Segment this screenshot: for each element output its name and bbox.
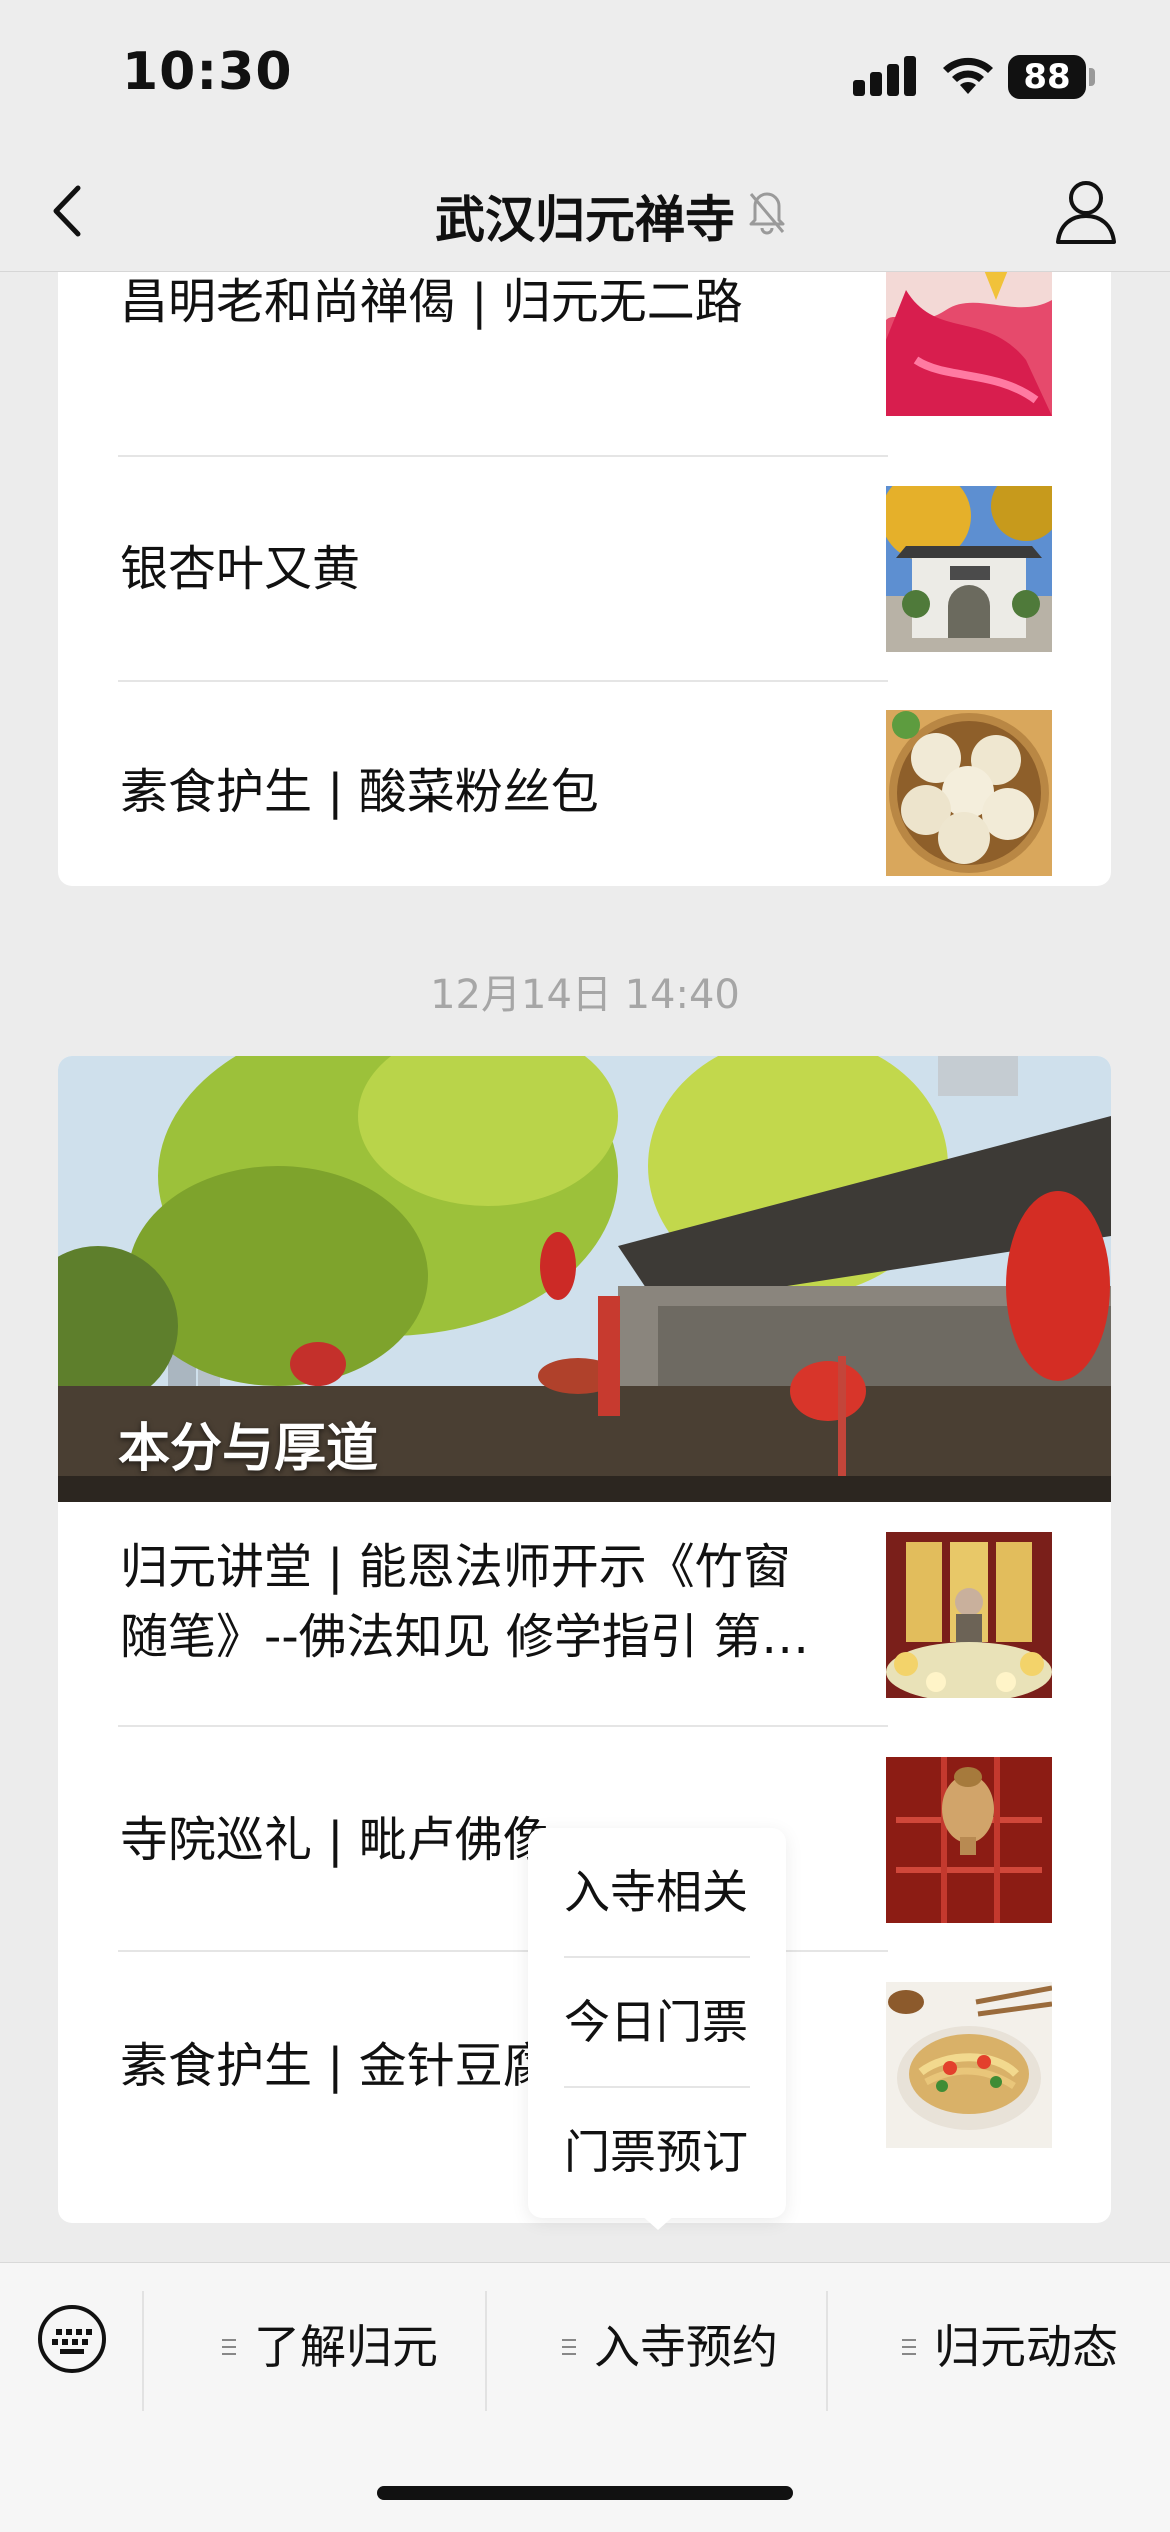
article-card: 昌明老和尚禅偈 | 归元无二路 银杏叶又黄 素食护生 | 酸菜粉丝包 [58,272,1111,886]
submenu-popup: 入寺相关 今日门票 门票预订 [528,1828,786,2218]
submenu-item-entry-info[interactable]: 入寺相关 [564,1828,750,1956]
article-item[interactable]: 素食护生 | 酸菜粉丝包 [58,682,1111,886]
article-title: 昌明老和尚禅偈 | 归元无二路 [120,274,743,330]
submenu-item-ticket-booking[interactable]: 门票预订 [564,2088,750,2216]
nav-bar: 武汉归元禅寺 [0,150,1170,272]
battery-tip [1089,68,1095,86]
status-time: 10:30 [122,42,293,102]
menu-reservation-label: 入寺预约 [594,2320,778,2374]
menu-news-label: 归元动态 [934,2320,1118,2374]
home-indicator [377,2486,793,2500]
battery-level: 88 [1008,55,1086,99]
mute-bell-icon [749,192,785,235]
divider [485,2291,487,2411]
article-title: 银杏叶又黄 [120,541,361,597]
article-item[interactable]: 归元讲堂 | 能恩法师开示《竹窗随笔》--佛法知见 修学指引 第… [58,1502,1111,1727]
divider [142,2291,144,2411]
steamed-buns-thumbnail [886,710,1052,876]
hero-article[interactable]: 本分与厚道 [58,1056,1111,1502]
menu-about-button[interactable]: 了解归元 [160,2287,500,2407]
message-timestamp: 12月14日 14:40 [430,972,740,1018]
buddha-statue-thumbnail [886,1757,1052,1923]
menu-reservation-button[interactable]: 入寺预约 [500,2287,840,2407]
cellular-signal-icon [853,56,917,96]
tofu-dish-thumbnail [886,1982,1052,2148]
dharma-talk-thumbnail [886,1532,1052,1698]
article-title: 素食护生 | 酸菜粉丝包 [120,764,599,820]
divider [826,2291,828,2411]
submenu-item-today-ticket[interactable]: 今日门票 [564,1958,750,2086]
wifi-icon [943,57,993,94]
status-bar: 10:30 88 [0,0,1170,150]
article-item[interactable]: 银杏叶又黄 [58,457,1111,682]
profile-icon[interactable] [1050,174,1122,248]
menu-news-button[interactable]: 归元动态 [840,2287,1170,2407]
monk-robe-thumbnail [886,272,1052,416]
hero-title: 本分与厚道 [118,1419,379,1479]
menu-about-label: 了解归元 [254,2320,438,2374]
popup-pointer [640,2214,676,2230]
ginkgo-gate-thumbnail [886,486,1052,652]
article-item[interactable]: 昌明老和尚禅偈 | 归元无二路 [58,272,1111,457]
menu-list-icon [562,2338,576,2355]
article-title: 归元讲堂 | 能恩法师开示《竹窗随笔》--佛法知见 修学指引 第… [120,1539,810,1665]
menu-list-icon [902,2338,916,2355]
keyboard-icon[interactable] [36,2303,108,2375]
menu-list-icon [222,2338,236,2355]
page-title: 武汉归元禅寺 [435,191,735,249]
